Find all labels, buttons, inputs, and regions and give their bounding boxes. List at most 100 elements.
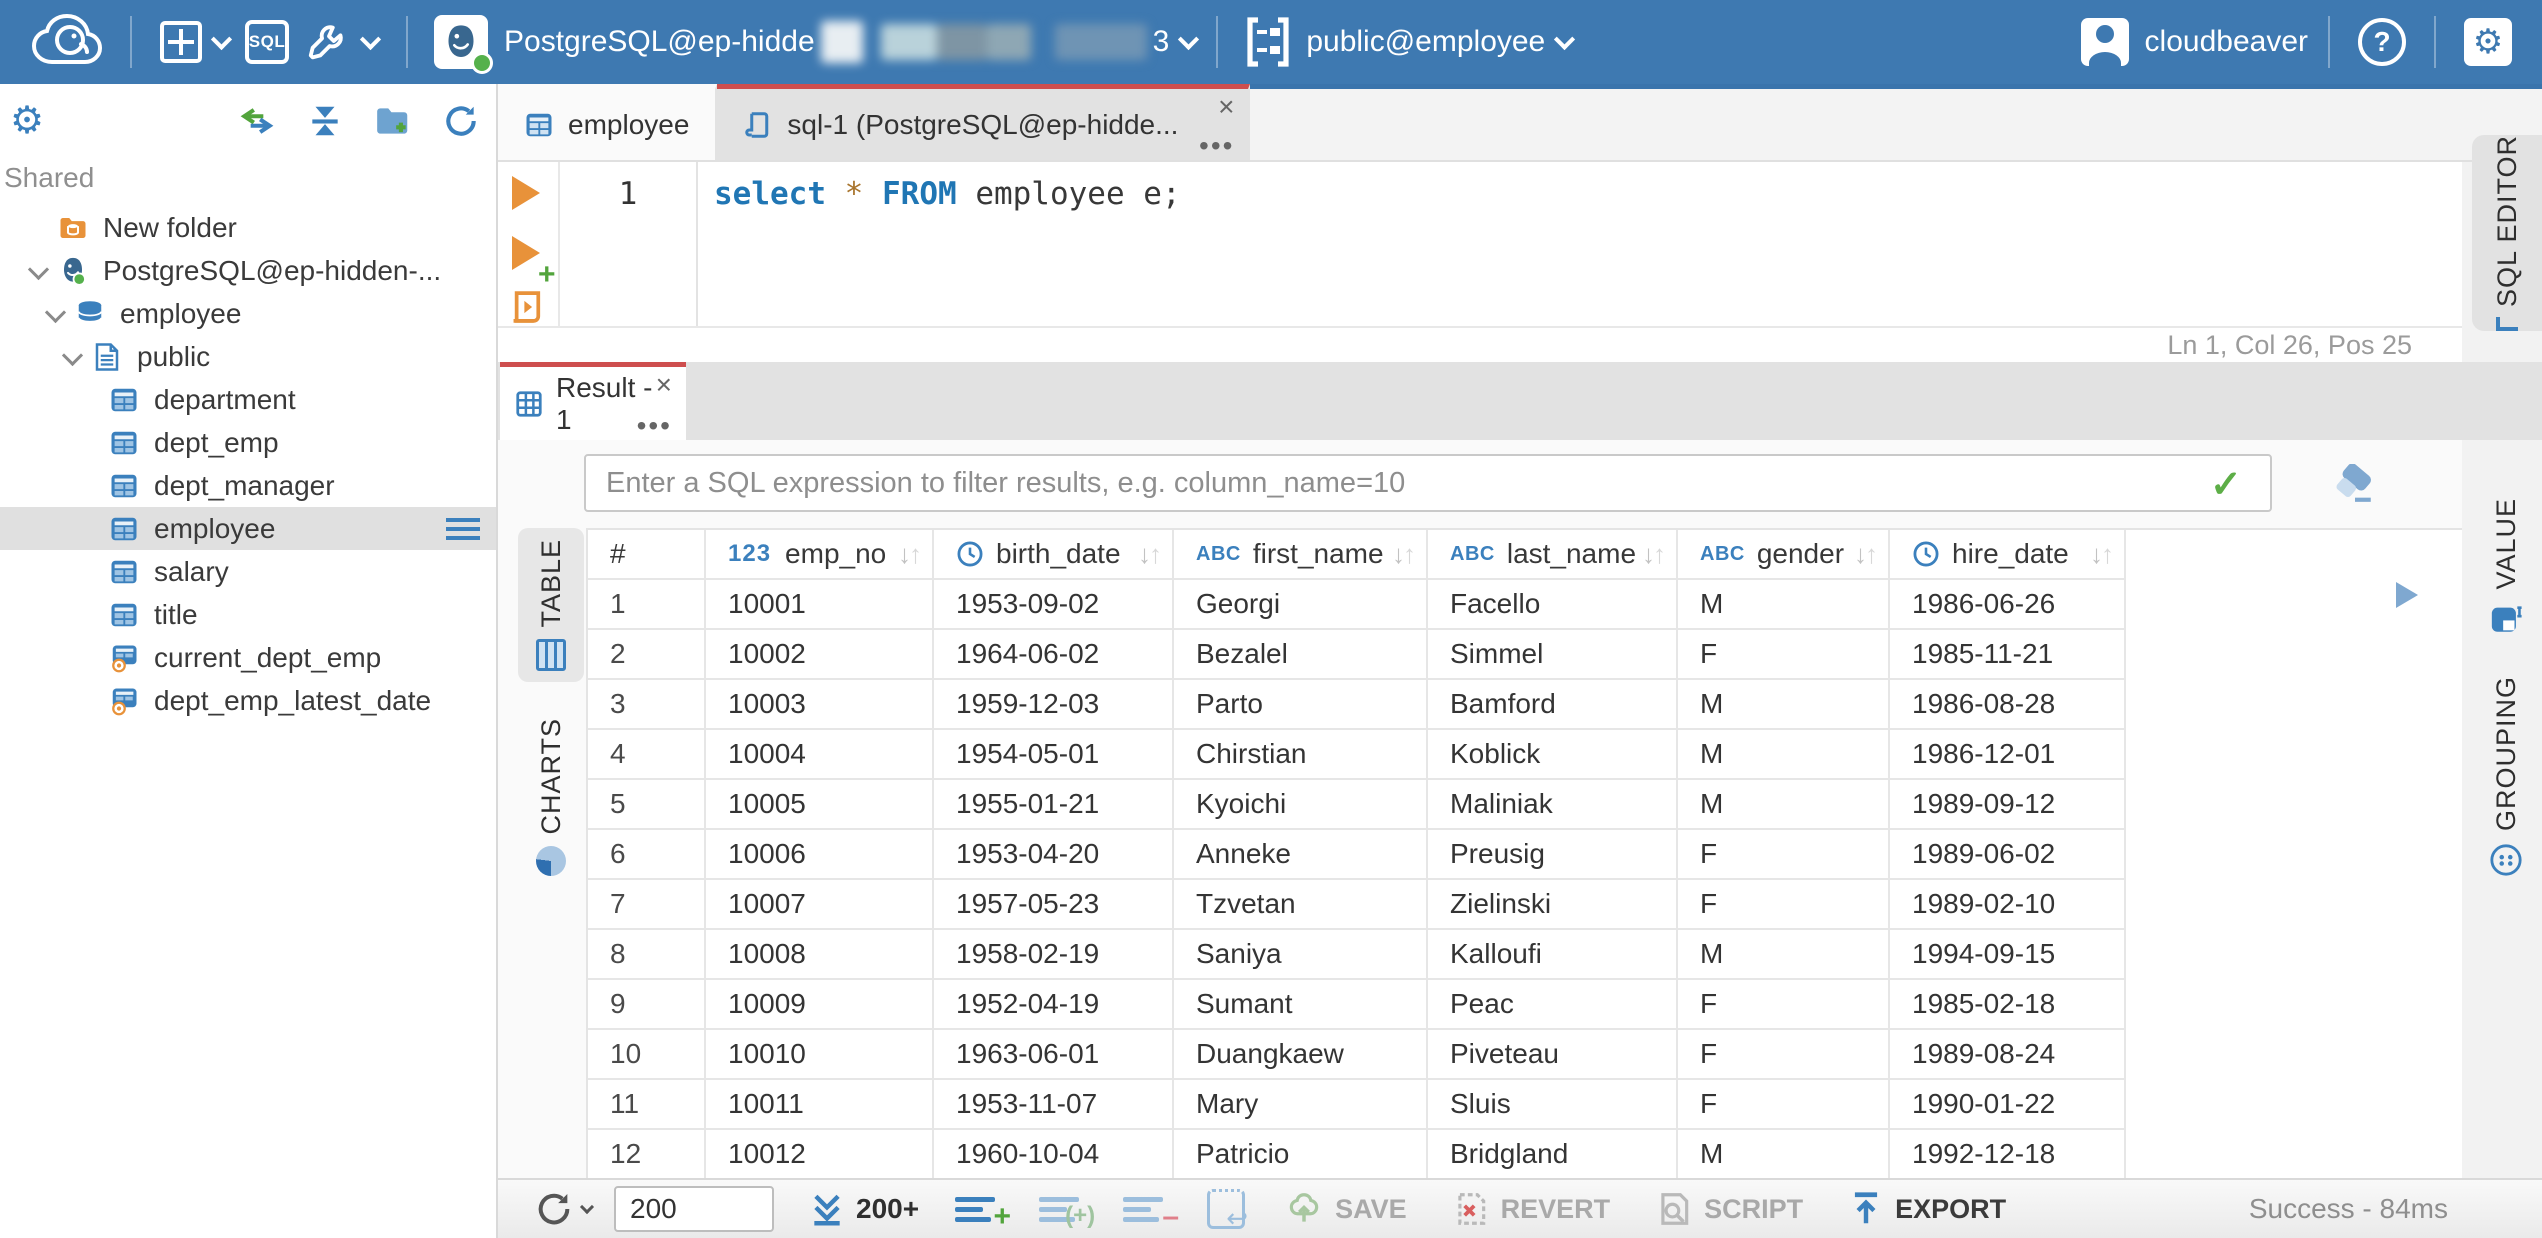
data-cell[interactable]: 1964-06-02: [934, 630, 1174, 680]
link-with-editor-icon[interactable]: [238, 102, 276, 140]
item-menu-icon[interactable]: [446, 517, 480, 540]
data-cell[interactable]: M: [1678, 1130, 1890, 1178]
table-row[interactable]: 4 10004 1954-05-01 Chirstian Koblick M 1986-12…: [588, 730, 2462, 780]
data-cell[interactable]: 10011: [706, 1080, 934, 1130]
tab-menu-icon[interactable]: •••: [1199, 130, 1234, 162]
tree-item-salary[interactable]: salary: [0, 550, 496, 593]
add-row-button[interactable]: +: [955, 1196, 1011, 1233]
data-cell[interactable]: M: [1678, 930, 1890, 980]
column-header-birth_date[interactable]: birth_date ↓↑: [934, 530, 1174, 580]
sort-icon[interactable]: ↓↑: [1642, 539, 1666, 570]
data-cell[interactable]: 1994-09-15: [1890, 930, 2126, 980]
tree-item-dept_emp_latest_date[interactable]: dept_emp_latest_date: [0, 679, 496, 722]
column-header-gender[interactable]: ABC gender ↓↑: [1678, 530, 1890, 580]
collapse-all-icon[interactable]: [306, 102, 344, 140]
tree-item-department[interactable]: department: [0, 378, 496, 421]
settings-button[interactable]: ⚙: [2464, 18, 2512, 66]
data-cell[interactable]: F: [1678, 830, 1890, 880]
tree-item-employee[interactable]: employee: [0, 292, 496, 335]
paste-cells-button[interactable]: [1207, 1189, 1248, 1234]
data-cell[interactable]: Parto: [1174, 680, 1428, 730]
data-cell[interactable]: Sluis: [1428, 1080, 1678, 1130]
data-cell[interactable]: Tzvetan: [1174, 880, 1428, 930]
data-cell[interactable]: M: [1678, 580, 1890, 630]
connection-selector[interactable]: PostgreSQL@ep-hidde 3: [434, 15, 1200, 74]
data-cell[interactable]: Sumant: [1174, 980, 1428, 1030]
schema-selector[interactable]: public@employee: [1244, 16, 1576, 68]
data-cell[interactable]: Bamford: [1428, 680, 1678, 730]
data-cell[interactable]: 1985-11-21: [1890, 630, 2126, 680]
data-cell[interactable]: Georgi: [1174, 580, 1428, 630]
data-cell[interactable]: 10007: [706, 880, 934, 930]
data-cell[interactable]: 1990-01-22: [1890, 1080, 2126, 1130]
data-cell[interactable]: Facello: [1428, 580, 1678, 630]
data-cell[interactable]: Duangkaew: [1174, 1030, 1428, 1080]
duplicate-row-button[interactable]: (+): [1039, 1196, 1095, 1229]
data-cell[interactable]: Koblick: [1428, 730, 1678, 780]
data-cell[interactable]: Mary: [1174, 1080, 1428, 1130]
data-cell[interactable]: 1959-12-03: [934, 680, 1174, 730]
column-header-first_name[interactable]: ABC first_name ↓↑: [1174, 530, 1428, 580]
tab-result-1[interactable]: Result - 1 × •••: [500, 362, 686, 442]
table-row[interactable]: 2 10002 1964-06-02 Bezalel Simmel F 1985-11-21: [588, 630, 2462, 680]
close-icon[interactable]: ×: [656, 369, 672, 401]
data-cell[interactable]: F: [1678, 630, 1890, 680]
sort-icon[interactable]: ↓↑: [1138, 539, 1162, 570]
tab-value-viewer[interactable]: VALUE: [2470, 498, 2542, 648]
column-header-last_name[interactable]: ABC last_name ↓↑: [1428, 530, 1678, 580]
row-limit-input[interactable]: [614, 1186, 774, 1232]
tab-employee[interactable]: employee: [498, 84, 718, 160]
data-cell[interactable]: F: [1678, 1030, 1890, 1080]
data-cell[interactable]: 1960-10-04: [934, 1130, 1174, 1178]
data-cell[interactable]: Kyoichi: [1174, 780, 1428, 830]
new-folder-icon[interactable]: [374, 102, 412, 140]
new-connection-button[interactable]: [160, 21, 233, 63]
data-cell[interactable]: M: [1678, 780, 1890, 830]
tree-item-dept_manager[interactable]: dept_manager: [0, 464, 496, 507]
table-row[interactable]: 11 10011 1953-11-07 Mary Sluis F 1990-01-22: [588, 1080, 2462, 1130]
fetch-more-button[interactable]: 200+: [808, 1189, 919, 1229]
table-row[interactable]: 12 10012 1960-10-04 Patricio Bridgland M 1992-…: [588, 1130, 2462, 1178]
user-menu[interactable]: cloudbeaver: [2080, 18, 2308, 66]
data-cell[interactable]: Bridgland: [1428, 1130, 1678, 1178]
filter-input[interactable]: [584, 454, 2272, 512]
data-cell[interactable]: Simmel: [1428, 630, 1678, 680]
expand-chevron-icon[interactable]: [23, 254, 57, 288]
sql-editor-button[interactable]: SQL: [245, 20, 289, 64]
table-row[interactable]: 7 10007 1957-05-23 Tzvetan Zielinski F 1989-02…: [588, 880, 2462, 930]
data-cell[interactable]: F: [1678, 980, 1890, 1030]
data-cell[interactable]: 10010: [706, 1030, 934, 1080]
data-cell[interactable]: 10005: [706, 780, 934, 830]
data-cell[interactable]: Kalloufi: [1428, 930, 1678, 980]
tree-item-new-folder[interactable]: New folder: [0, 206, 496, 249]
data-cell[interactable]: 10001: [706, 580, 934, 630]
table-row[interactable]: 10 10010 1963-06-01 Duangkaew Piveteau F 1989-…: [588, 1030, 2462, 1080]
delete-row-button[interactable]: –: [1123, 1196, 1179, 1233]
data-cell[interactable]: 1992-12-18: [1890, 1130, 2126, 1178]
data-cell[interactable]: F: [1678, 1080, 1890, 1130]
table-row[interactable]: 6 10006 1953-04-20 Anneke Preusig F 1989-06-02: [588, 830, 2462, 880]
driver-tools-button[interactable]: [305, 19, 382, 65]
data-cell[interactable]: Preusig: [1428, 830, 1678, 880]
tab-menu-icon[interactable]: •••: [637, 410, 672, 442]
column-header-num[interactable]: #: [588, 530, 706, 580]
apply-filter-icon[interactable]: ✓: [2210, 462, 2242, 507]
export-button[interactable]: EXPORT: [1849, 1190, 2006, 1228]
data-cell[interactable]: 1952-04-19: [934, 980, 1174, 1030]
data-cell[interactable]: F: [1678, 880, 1890, 930]
execute-script-button[interactable]: [510, 290, 548, 329]
sort-icon[interactable]: ↓↑: [1392, 539, 1416, 570]
tab-charts-view[interactable]: CHARTS: [518, 702, 584, 892]
column-header-emp_no[interactable]: 123 emp_no ↓↑: [706, 530, 934, 580]
data-cell[interactable]: 10002: [706, 630, 934, 680]
sql-code-input[interactable]: select * FROM employee e;: [696, 162, 2462, 326]
data-cell[interactable]: Chirstian: [1174, 730, 1428, 780]
data-cell[interactable]: 1963-06-01: [934, 1030, 1174, 1080]
data-cell[interactable]: 1958-02-19: [934, 930, 1174, 980]
data-cell[interactable]: 1953-04-20: [934, 830, 1174, 880]
data-cell[interactable]: 1986-06-26: [1890, 580, 2126, 630]
data-cell[interactable]: 1989-09-12: [1890, 780, 2126, 830]
data-cell[interactable]: 10003: [706, 680, 934, 730]
tab-sql-editor-rail[interactable]: SQL EDITOR: [2472, 135, 2542, 331]
data-cell[interactable]: 10012: [706, 1130, 934, 1178]
